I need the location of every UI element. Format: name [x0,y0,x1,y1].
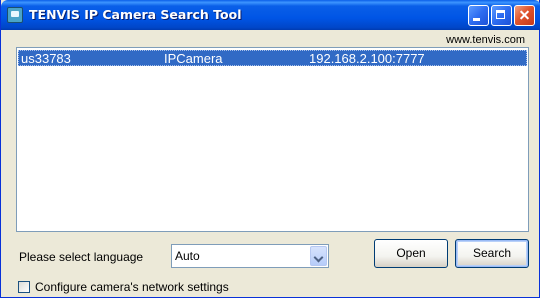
search-button[interactable]: Search [455,239,529,268]
close-icon [515,6,534,25]
close-button[interactable] [514,5,535,26]
title-bar[interactable]: TENVIS IP Camera Search Tool [1,0,540,30]
language-label: Please select language [19,250,144,264]
window-title: TENVIS IP Camera Search Tool [29,7,242,22]
website-label: www.tenvis.com [446,34,525,46]
device-type: IPCamera [164,51,223,66]
minimize-button[interactable] [468,5,489,26]
device-row[interactable]: us33783 IPCamera 192.168.2.100:7777 [18,50,527,66]
language-select[interactable]: Auto [171,244,329,268]
device-address: 192.168.2.100:7777 [309,51,425,66]
device-id: us33783 [21,51,71,66]
app-window: TENVIS IP Camera Search Tool www.tenvis.… [0,0,540,298]
configure-label[interactable]: Configure camera's network settings [35,280,229,294]
chevron-down-icon[interactable] [310,246,327,266]
configure-checkbox[interactable] [18,281,30,293]
device-list[interactable]: us33783 IPCamera 192.168.2.100:7777 [16,47,529,232]
camera-app-icon[interactable] [7,7,23,23]
open-button[interactable]: Open [374,239,448,268]
maximize-button[interactable] [491,5,512,26]
language-value: Auto [175,249,200,263]
